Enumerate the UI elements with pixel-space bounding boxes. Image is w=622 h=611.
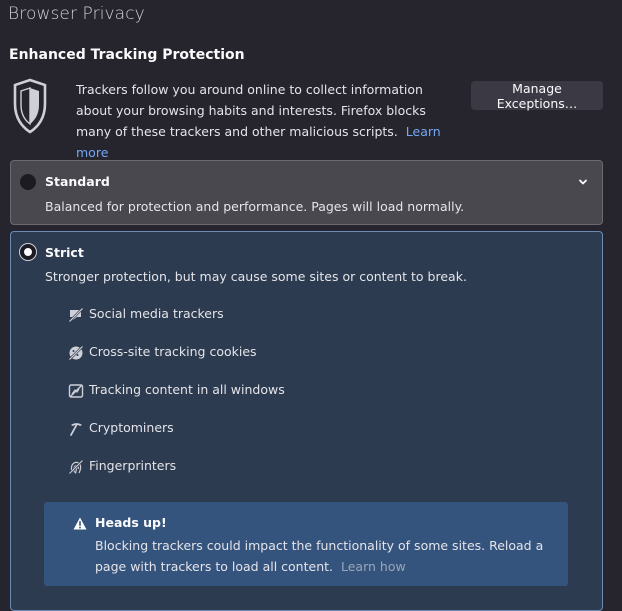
section-heading: Enhanced Tracking Protection — [9, 47, 245, 63]
option-standard-description: Balanced for protection and performance.… — [45, 199, 465, 214]
cryptominer-icon — [70, 423, 82, 436]
heads-up-text: Blocking trackers could impact the funct… — [95, 538, 544, 574]
list-item: Cryptominers — [68, 420, 285, 458]
tracker-label: Social media trackers — [89, 306, 224, 321]
etp-intro-text: Trackers follow you around online to col… — [76, 82, 426, 139]
fingerprint-icon — [68, 459, 84, 475]
tracking-content-icon — [68, 384, 84, 398]
shield-icon — [13, 78, 47, 134]
blocked-trackers-list: Social media trackers Cross-site trackin… — [68, 306, 285, 496]
radio-strict[interactable] — [20, 244, 36, 260]
list-item: Tracking content in all windows — [68, 382, 285, 420]
cookie-icon — [68, 345, 84, 361]
tracker-label: Fingerprinters — [89, 458, 177, 473]
learn-how-link[interactable]: Learn how — [341, 559, 406, 574]
heads-up-title: Heads up! — [95, 515, 167, 530]
chevron-down-icon[interactable] — [578, 177, 588, 187]
tracker-label: Cross-site tracking cookies — [89, 344, 257, 359]
option-standard-label: Standard — [45, 174, 110, 189]
option-strict[interactable]: Strict Stronger protection, but may caus… — [10, 231, 603, 611]
tracker-label: Tracking content in all windows — [89, 382, 285, 397]
page-title: Browser Privacy — [8, 4, 145, 24]
etp-intro: Trackers follow you around online to col… — [76, 79, 456, 163]
list-item: Cross-site tracking cookies — [68, 344, 285, 382]
heads-up-notice: Heads up! Blocking trackers could impact… — [44, 502, 568, 586]
heads-up-body: Blocking trackers could impact the funct… — [95, 535, 555, 577]
social-tracker-icon — [68, 307, 84, 323]
tracker-label: Cryptominers — [89, 420, 174, 435]
list-item: Fingerprinters — [68, 458, 285, 496]
radio-standard[interactable] — [20, 174, 36, 190]
warning-icon — [73, 517, 87, 530]
manage-exceptions-button[interactable]: Manage Exceptions… — [471, 81, 603, 111]
option-strict-description: Stronger protection, but may cause some … — [45, 269, 467, 284]
list-item: Social media trackers — [68, 306, 285, 344]
option-standard[interactable]: Standard Balanced for protection and per… — [10, 160, 603, 225]
option-strict-label: Strict — [45, 245, 84, 260]
